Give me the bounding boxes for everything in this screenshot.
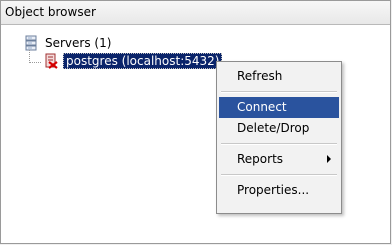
menu-separator	[221, 91, 337, 93]
server-group-icon	[23, 35, 39, 51]
tree-item-postgres[interactable]: postgres (localhost:5432)	[43, 52, 223, 70]
postgres-label: postgres (localhost:5432)	[63, 53, 223, 69]
menu-item-properties[interactable]: Properties...	[219, 180, 339, 201]
menu-item-delete-drop[interactable]: Delete/Drop	[219, 118, 339, 139]
panel-title: Object browser	[1, 1, 390, 25]
disconnected-server-icon	[43, 53, 59, 69]
context-menu: Refresh Connect Delete/Drop Reports Prop…	[216, 61, 342, 214]
menu-separator	[221, 143, 337, 145]
menu-separator	[221, 174, 337, 176]
reports-label: Reports	[237, 152, 284, 166]
menu-item-connect[interactable]: Connect	[219, 97, 339, 118]
tree-connector-line	[29, 62, 41, 63]
servers-label: Servers (1)	[45, 36, 112, 50]
submenu-arrow-icon	[327, 155, 331, 163]
menu-item-reports[interactable]: Reports	[219, 149, 339, 170]
menu-item-refresh[interactable]: Refresh	[219, 66, 339, 87]
tree-item-servers[interactable]: Servers (1)	[23, 34, 111, 52]
